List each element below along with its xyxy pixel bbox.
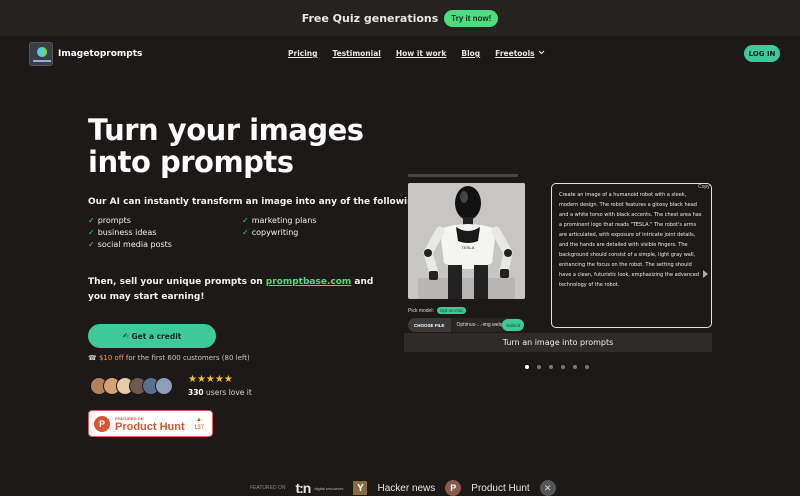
hackernews-logo-icon: Y [353, 481, 368, 495]
pick-model-row: Pick model: Opt-4o-mini [408, 307, 467, 314]
user-avatars [90, 377, 173, 395]
check-icon: ✓ [242, 228, 249, 237]
upvote-count: ▲ 137 [194, 417, 205, 431]
nav-links: Pricing Testimonial How it work Blog Fre… [288, 49, 545, 58]
producthunt-small-logo-icon: P [445, 480, 462, 496]
feature-item: ✓ prompts [88, 216, 131, 225]
feature-item: ✓ marketing plans [242, 216, 317, 225]
hero-subtitle: Our AI can instantly transform an image … [88, 197, 424, 207]
pick-model-label: Pick model: [408, 307, 434, 314]
prompt-output: Create an image of a humanoid robot with… [551, 183, 712, 328]
hero-title: Turn your images into prompts [88, 113, 364, 179]
feature-item: ✓ business ideas [88, 228, 157, 237]
robot-image: TESLA [408, 183, 525, 299]
x-logo-icon[interactable]: ✕ [539, 480, 556, 496]
navbar: Imagetoprompts Pricing Testimonial How i… [0, 36, 800, 72]
producthunt-label[interactable]: Product Hunt [471, 483, 529, 494]
nav-link-testimonial[interactable]: Testimonial [333, 49, 381, 58]
phone-icon: ☎ [88, 354, 97, 362]
choose-file-button[interactable]: CHOOSE FILE [408, 318, 451, 332]
nav-link-how-it-work[interactable]: How it work [396, 49, 447, 58]
producthunt-badge[interactable]: P FEATURED ON Product Hunt ▲ 137 [88, 410, 213, 437]
promptbase-link[interactable]: promptbase.com [266, 277, 351, 287]
demo-top-bar [408, 174, 518, 177]
carousel-dot[interactable] [537, 365, 541, 369]
slide-caption: Turn an image into prompts [404, 333, 712, 352]
carousel-dot[interactable] [573, 365, 577, 369]
sell-text: Then, sell your unique prompts on prompt… [88, 277, 374, 302]
promo-banner: Free Quiz generations Try it now! [0, 0, 800, 36]
next-slide-arrow-icon[interactable] [703, 270, 708, 280]
featured-logos: FEATURED ON t:n digital resources Y Hack… [250, 480, 556, 496]
banner-text: Free Quiz generations [301, 11, 439, 25]
offer-text: ☎ $10 off for the first 600 customers (8… [88, 354, 250, 362]
svg-text:TESLA: TESLA [462, 245, 475, 250]
hackernews-label[interactable]: Hacker news [377, 483, 435, 494]
login-button[interactable]: LOG IN [744, 45, 780, 62]
feature-list-right: ✓ marketing plans ✓ copywriting [242, 216, 316, 237]
pencil-icon: ✍ [122, 332, 129, 340]
check-icon: ✓ [88, 240, 95, 249]
feature-item: ✓ social media posts [88, 240, 172, 249]
brand-name[interactable]: Imagetoprompts [58, 49, 142, 59]
try-it-now-button[interactable]: Try it now! [444, 9, 499, 27]
submit-button[interactable]: Submit [502, 319, 524, 331]
brand-logo-icon[interactable] [29, 42, 53, 66]
nav-dropdown-freetools[interactable]: Freetools [495, 49, 545, 58]
producthunt-logo-icon: P [94, 416, 110, 432]
feature-list-left: ✓ prompts ✓ business ideas ✓ social media p… [88, 216, 172, 249]
get-credit-button[interactable]: ✍ Get a credit [88, 324, 216, 348]
chevron-down-icon [538, 50, 545, 57]
nav-link-blog[interactable]: Blog [461, 49, 480, 58]
users-count: 330 users love it [188, 388, 252, 397]
carousel-dot[interactable] [549, 365, 553, 369]
tn-logo-icon[interactable]: t:n [295, 480, 311, 496]
file-name: Optimus-...-img.webp [456, 322, 505, 328]
nav-link-freetools: Freetools [495, 49, 535, 58]
carousel-dot[interactable] [561, 365, 565, 369]
model-select[interactable]: Opt-4o-mini [436, 307, 467, 314]
check-icon: ✓ [88, 216, 95, 225]
copy-button[interactable]: Copy [698, 184, 710, 190]
rating-stars-icon: ★★★★★ [188, 374, 233, 385]
check-icon: ✓ [88, 228, 95, 237]
carousel-dot[interactable] [585, 365, 589, 369]
carousel-dot[interactable] [525, 365, 529, 369]
check-icon: ✓ [242, 216, 249, 225]
carousel-dots [525, 365, 589, 369]
tn-subtitle: digital resources [314, 485, 344, 491]
feature-item: ✓ copywriting [242, 228, 299, 237]
featured-label: FEATURED ON [250, 485, 286, 491]
nav-link-pricing[interactable]: Pricing [288, 49, 318, 58]
avatar [155, 377, 173, 395]
